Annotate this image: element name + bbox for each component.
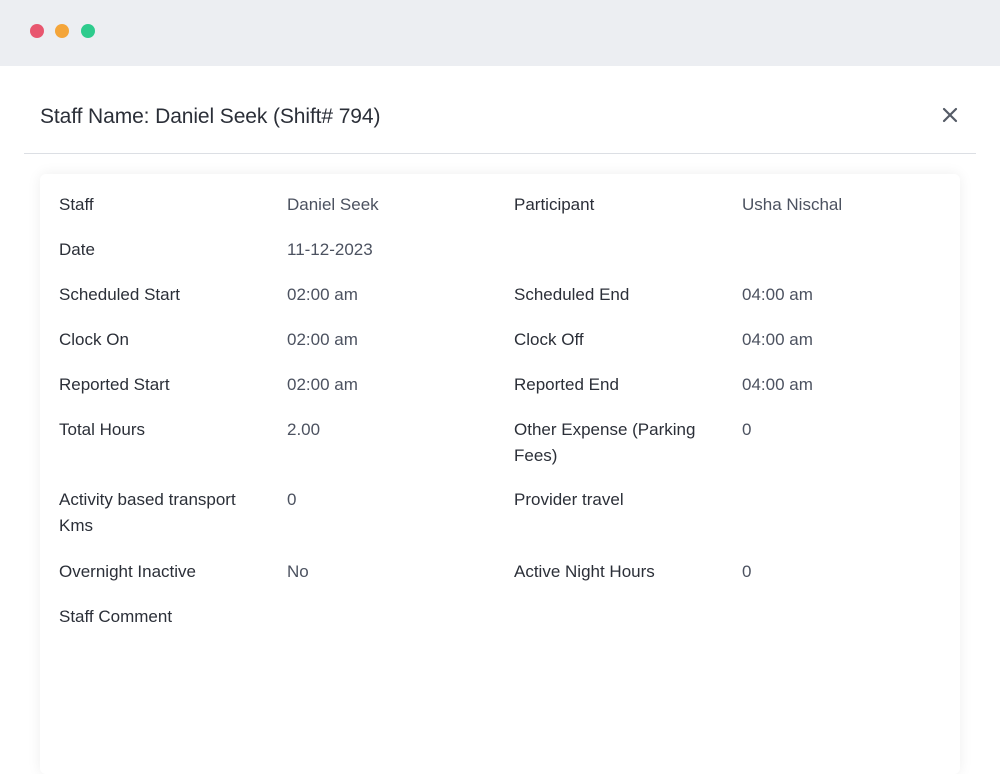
clock-on-label: Clock On	[59, 330, 129, 349]
scheduled-end-label: Scheduled End	[514, 285, 630, 304]
minimize-window-dot[interactable]	[55, 24, 69, 38]
total-hours-label: Total Hours	[59, 420, 145, 439]
reported-start-label: Reported Start	[59, 375, 170, 394]
modal-header: Staff Name: Daniel Seek (Shift# 794)	[24, 66, 976, 154]
provider-travel-label: Provider travel	[514, 490, 624, 509]
staff-comment-label: Staff Comment	[59, 607, 173, 626]
activity-transport-label: Activity based transport Kms	[59, 490, 236, 535]
participant-value: Usha Nischal	[742, 195, 843, 214]
shift-details-card: Staff Daniel Seek Participant Usha Nisch…	[40, 174, 960, 774]
total-hours-value: 2.00	[287, 420, 321, 439]
maximize-window-dot[interactable]	[81, 24, 95, 38]
clock-off-value: 04:00 am	[742, 330, 813, 349]
scheduled-start-label: Scheduled Start	[59, 285, 180, 304]
reported-end-value: 04:00 am	[742, 375, 813, 394]
date-value: 11-12-2023	[287, 240, 373, 259]
staff-label: Staff	[59, 195, 94, 214]
overnight-inactive-value: No	[287, 562, 309, 581]
overnight-inactive-label: Overnight Inactive	[59, 562, 197, 581]
close-window-dot[interactable]	[30, 24, 44, 38]
reported-start-value: 02:00 am	[287, 375, 358, 394]
close-icon	[942, 107, 958, 123]
participant-label: Participant	[514, 195, 595, 214]
window-titlebar	[0, 0, 1000, 66]
scheduled-start-value: 02:00 am	[287, 285, 358, 304]
modal-title: Staff Name: Daniel Seek (Shift# 794)	[40, 105, 381, 128]
date-label: Date	[59, 240, 95, 259]
other-expense-value: 0	[742, 420, 752, 439]
active-night-hours-label: Active Night Hours	[514, 562, 655, 581]
staff-value: Daniel Seek	[287, 195, 379, 214]
activity-transport-value: 0	[287, 490, 297, 509]
scheduled-end-value: 04:00 am	[742, 285, 813, 304]
reported-end-label: Reported End	[514, 375, 619, 394]
clock-on-value: 02:00 am	[287, 330, 358, 349]
clock-off-label: Clock Off	[514, 330, 584, 349]
close-button[interactable]	[938, 103, 962, 127]
other-expense-label: Other Expense (Parking Fees)	[514, 420, 696, 465]
active-night-hours-value: 0	[742, 562, 752, 581]
